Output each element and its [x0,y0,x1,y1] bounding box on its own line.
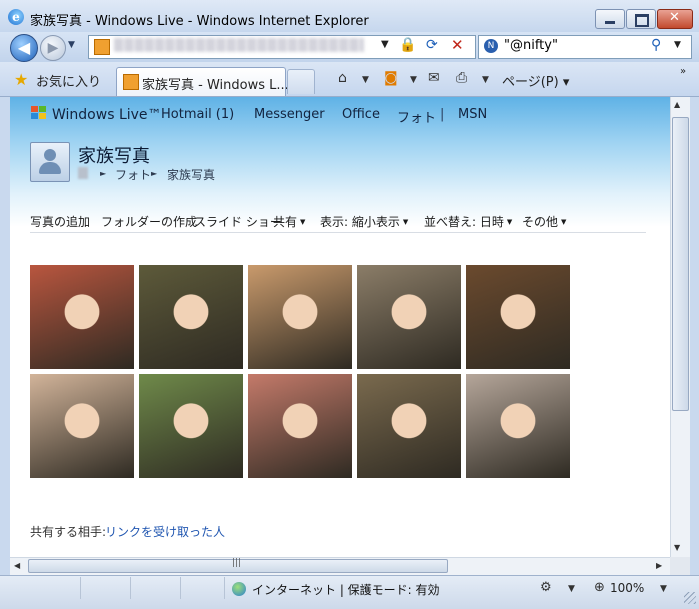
chevron-down-icon: ▼ [506,218,513,226]
avatar-head [44,149,56,161]
nifty-logo-icon: N [484,39,498,53]
window-title: 家族写真 - Windows Live - Windows Internet E… [30,14,369,29]
favorites-star-icon[interactable]: ★ [14,70,28,89]
print-dropdown-icon[interactable]: ▼ [482,75,489,85]
breadcrumb-owner-blurred[interactable] [78,167,88,179]
internet-zone-icon [232,582,246,596]
chevron-down-icon: ▼ [300,218,306,226]
breadcrumb-photos[interactable]: フォト [115,166,151,183]
zoom-dropdown-icon[interactable]: ▼ [660,584,667,594]
view-menu[interactable]: 表示: 縮小表示 ▼ [320,213,408,230]
breadcrumb-arrow-icon: ► [151,169,158,178]
share-menu[interactable]: 共有 ▼ [273,213,305,230]
status-dropdown-icon[interactable]: ▼ [568,584,575,594]
toolbar-divider [30,232,646,233]
photos-link[interactable]: フォト [397,107,436,126]
scroll-down-icon[interactable]: ▼ [674,543,680,552]
photo-thumbnail[interactable] [357,265,461,369]
scroll-grip-icon: ||| [232,558,242,568]
zoom-icon[interactable]: ⊕ [594,580,605,595]
status-cell [180,577,225,599]
search-icon[interactable]: ⚲ [651,37,661,53]
chevron-down-icon: ▼ [402,218,409,226]
search-dropdown-icon[interactable]: ▼ [674,40,681,50]
slideshow-button[interactable]: スライド ショー [194,213,282,230]
photo-thumbnail[interactable] [357,374,461,478]
office-link[interactable]: Office [342,107,380,122]
home-icon[interactable]: ⌂ [338,70,347,86]
mail-icon[interactable]: ✉ [428,70,440,86]
breadcrumb-current: 家族写真 [167,168,216,182]
page-title: 家族写真 [78,146,150,167]
history-dropdown-icon[interactable]: ▼ [68,40,75,50]
photo-thumbnail[interactable] [466,265,570,369]
scroll-right-icon[interactable]: ▶ [656,561,662,570]
rss-dropdown-icon[interactable]: ▼ [410,75,417,85]
site-favicon-icon [94,39,110,55]
more-commands-icon[interactable]: » [680,66,686,77]
windows-live-brand[interactable]: Windows Live™ [52,107,162,123]
breadcrumb-arrow-icon: ► [100,169,107,178]
avatar-body [39,162,61,174]
photo-thumbnail[interactable] [139,265,243,369]
hotmail-link[interactable]: Hotmail (1) [161,107,234,122]
tab-favicon-icon [123,74,139,90]
forward-button[interactable]: ▶ [40,35,66,61]
address-url-blurred[interactable]: ▒▒▒▒▒▒▒▒▒▒▒▒▒▒▒▒▒▒▒▒▒▒▒▒▒▒▒ [114,38,364,54]
scroll-left-icon[interactable]: ◀ [14,561,20,570]
security-zone-text[interactable]: インターネット | 保護モード: 有効 [252,581,440,598]
photo-thumbnail[interactable] [248,265,352,369]
minimize-button[interactable] [595,9,625,29]
maximize-button[interactable] [626,9,656,29]
status-cell [130,577,181,599]
refresh-icon[interactable]: ⟳ [426,37,438,53]
close-button[interactable] [657,9,693,29]
status-cell [0,577,81,599]
status-cell [80,577,131,599]
sort-menu[interactable]: 並べ替え: 日時 ▼ [424,213,512,230]
protected-mode-icon[interactable]: ⚙ [540,580,552,595]
chevron-down-icon: ▼ [561,218,567,226]
zoom-level[interactable]: 100% [610,581,644,595]
photo-thumbnail[interactable] [30,265,134,369]
home-dropdown-icon[interactable]: ▼ [362,75,369,85]
tab-label[interactable]: 家族写真 - Windows L... [142,74,289,93]
scroll-corner [670,557,690,575]
photo-thumbnail[interactable] [466,374,570,478]
more-menu[interactable]: その他 ▼ [522,213,566,230]
scroll-up-icon[interactable]: ▲ [674,100,680,109]
vertical-scroll-thumb[interactable] [672,117,689,411]
ie-logo-icon: e [8,9,24,25]
rss-feed-icon[interactable]: ◙ [384,70,398,86]
resize-grip[interactable] [684,592,696,604]
photo-thumbnail[interactable] [30,374,134,478]
new-tab-button[interactable] [287,69,315,94]
photo-thumbnail[interactable] [139,374,243,478]
add-photos-button[interactable]: 写真の追加 [30,213,90,230]
search-provider-text[interactable]: "@nifty" [504,38,558,53]
msn-link[interactable]: MSN [458,107,487,122]
windows-flag-icon [31,106,46,119]
print-icon[interactable]: ⎙ [456,70,467,86]
shared-with-label: 共有する相手: [30,525,107,539]
stop-icon[interactable]: ✕ [451,36,464,54]
command-bar [0,62,699,97]
address-dropdown-icon[interactable]: ▼ [381,39,389,50]
photo-thumbnail[interactable] [248,374,352,478]
favorites-button[interactable]: お気に入り [36,71,101,90]
page-menu[interactable]: ページ(P) ▾ [502,71,569,90]
lock-icon[interactable]: 🔒 [399,37,416,53]
messenger-link[interactable]: Messenger [254,107,325,122]
link-separator: | [440,107,445,122]
shared-with-link[interactable]: リンクを受け取った人 [105,523,225,540]
create-folder-button[interactable]: フォルダーの作成 [101,213,197,230]
back-button[interactable]: ◀ [10,34,38,62]
